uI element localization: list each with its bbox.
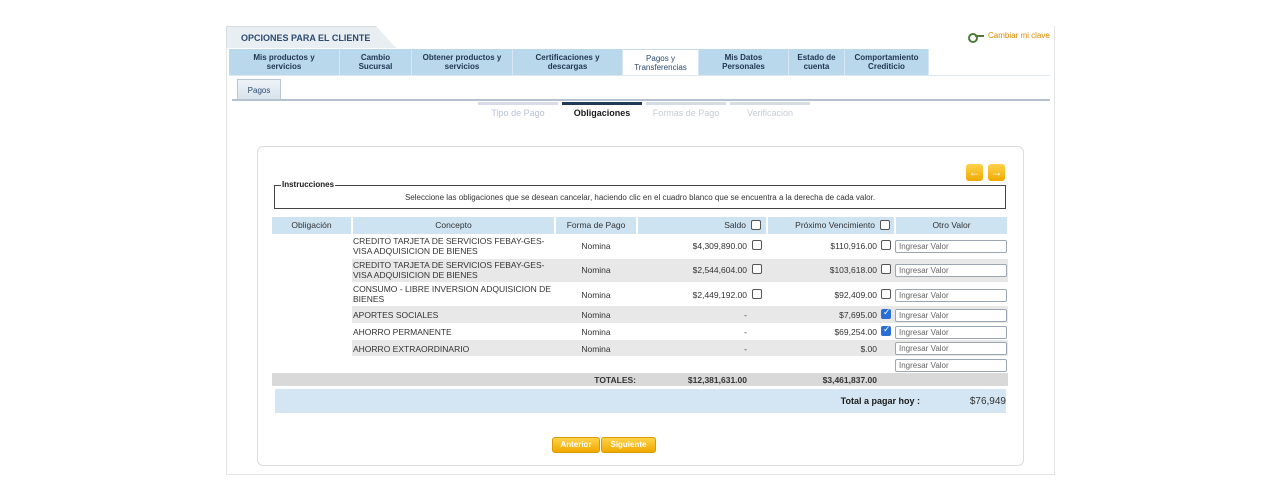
tab-comportamiento[interactable]: Comportamiento Crediticio (845, 49, 929, 75)
header-saldo-cell: Saldo (638, 217, 766, 234)
siguiente-button[interactable]: Siguiente (601, 437, 656, 453)
total-pay-value: $76,949 (969, 396, 1006, 407)
row-1-forma: Nomina (581, 241, 611, 251)
row-2-proximo: $103,618.00 (829, 265, 877, 275)
tab-obtener-productos[interactable]: Obtener productos y servicios (412, 49, 513, 75)
row-2-proximo-checkbox[interactable] (881, 264, 891, 274)
anterior-button[interactable]: Anterior (552, 437, 600, 453)
totals-label: TOTALES: (594, 375, 636, 385)
main-nav: Mis productos y servicios Cambio Sucursal … (229, 49, 929, 75)
row-3-forma: Nomina (581, 290, 611, 300)
row-3-concepto: CONSUMO - LIBRE INVERSION ADQUISICION DE… (353, 284, 551, 304)
row-1-saldo: $4,309,890.00 (692, 241, 747, 251)
row-2-concepto: CREDITO TARJETA DE SERVICIOS FEBAY-GES- V… (353, 260, 545, 280)
change-password-link[interactable]: Cambiar mi clave (968, 31, 1050, 43)
subtab-pagos[interactable]: Pagos (237, 79, 281, 99)
header-otro-valor: Otro Valor (896, 217, 1007, 234)
row-3-otro-valor-input[interactable] (895, 289, 1007, 302)
key-icon (968, 32, 984, 43)
row-3-saldo: $2,449,192.00 (692, 290, 747, 300)
row-5-proximo-checkbox[interactable] (881, 325, 891, 336)
row-1-concepto: CREDITO TARJETA DE SERVICIOS FEBAY-GES- V… (353, 236, 545, 256)
instructions-legend: Instrucciones (281, 180, 336, 189)
tab-pagos-transferencias[interactable]: Pagos y Transferencias (623, 49, 699, 75)
row-3-saldo-checkbox[interactable] (752, 289, 762, 299)
row-5-otro-valor-input[interactable] (895, 326, 1007, 339)
select-all-saldo-checkbox[interactable] (751, 220, 761, 230)
subtab-divider (232, 99, 1050, 101)
row-5-forma: Nomina (581, 327, 611, 337)
row-2-forma: Nomina (581, 265, 611, 275)
row-6-saldo: - (744, 344, 747, 354)
header-proximo: Próximo Vencimiento (795, 220, 875, 230)
header-proximo-cell: Próximo Vencimiento (768, 217, 894, 234)
step-formas-pago: Formas de Pago (646, 102, 726, 118)
tab-mis-datos[interactable]: Mis Datos Personales (699, 49, 789, 75)
row-3-proximo-checkbox[interactable] (881, 289, 891, 299)
row-1-proximo: $110,916.00 (830, 241, 877, 251)
select-all-proximo-checkbox[interactable] (880, 220, 890, 230)
row-2-saldo-checkbox[interactable] (752, 264, 762, 274)
header-concepto: Concepto (353, 217, 554, 234)
header-forma-pago: Forma de Pago (556, 217, 636, 234)
row-4-otro-valor-input[interactable] (895, 309, 1007, 322)
row-6-proximo: $.00 (860, 344, 877, 354)
totals-proximo: $3,461,837.00 (822, 375, 877, 385)
tab-estado-cuenta[interactable]: Estado de cuenta (789, 49, 845, 75)
row-4-concepto: APORTES SOCIALES (353, 310, 439, 320)
row-4-forma: Nomina (581, 310, 611, 320)
total-pay-label: Total a pagar hoy : (840, 396, 920, 406)
tab-certificaciones[interactable]: Certificaciones y descargas (513, 49, 623, 75)
header-obligacion: Obligación (272, 217, 351, 234)
next-arrow-icon[interactable]: → (988, 164, 1005, 181)
tab-mis-productos[interactable]: Mis productos y servicios (229, 49, 340, 75)
row-2-otro-valor-input[interactable] (895, 264, 1007, 277)
client-options-title: OPCIONES PARA EL CLIENTE (226, 26, 396, 48)
step-verificacion: Verificacion (730, 102, 810, 118)
row-6-otro-valor-input[interactable] (895, 342, 1007, 355)
row-3-proximo: $92,409.00 (834, 290, 877, 300)
row-1-otro-valor-input[interactable] (895, 240, 1007, 253)
row-5-saldo: - (744, 327, 747, 337)
row-4-proximo: $7,695.00 (839, 310, 877, 320)
step-tipo-pago: Tipo de Pago (478, 102, 558, 118)
instructions-text: Seleccione las obligaciones que se desea… (404, 193, 876, 202)
extra-otro-valor-input[interactable] (895, 359, 1007, 372)
row-6-concepto: AHORRO EXTRAORDINARIO (353, 344, 470, 354)
wizard-steps: Tipo de Pago Obligaciones Formas de Pago… (478, 102, 810, 118)
step-obligaciones: Obligaciones (562, 102, 642, 118)
row-2-saldo: $2,544,604.00 (692, 265, 747, 275)
tab-cambio-sucursal[interactable]: Cambio Sucursal (340, 49, 412, 75)
row-4-saldo: - (744, 310, 747, 320)
prev-arrow-icon[interactable]: ← (966, 164, 983, 181)
row-6-forma: Nomina (581, 344, 611, 354)
row-5-concepto: AHORRO PERMANENTE (353, 327, 452, 337)
nav-divider (229, 75, 1050, 76)
row-5-proximo: $69,254.00 (834, 327, 877, 337)
row-1-proximo-checkbox[interactable] (881, 240, 891, 250)
header-saldo: Saldo (724, 220, 746, 230)
row-4-proximo-checkbox[interactable] (881, 308, 891, 319)
change-password-label[interactable]: Cambiar mi clave (988, 31, 1050, 40)
row-1-saldo-checkbox[interactable] (752, 240, 762, 250)
totals-saldo: $12,381,631.00 (687, 375, 747, 385)
